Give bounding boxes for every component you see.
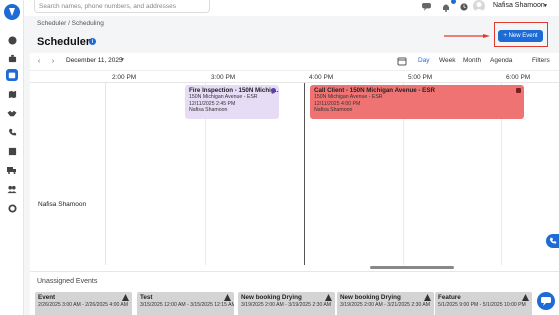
- unassigned-card[interactable]: Test 3/15/2025 12:00 AM - 3/15/2025 12:1…: [137, 292, 234, 315]
- horizontal-scrollbar[interactable]: [370, 266, 454, 269]
- resource-column: Nafisa Shamoon: [30, 83, 106, 265]
- chevron-down-icon[interactable]: ▼: [543, 3, 548, 9]
- new-event-button[interactable]: + New Event: [498, 30, 543, 42]
- chevron-down-icon[interactable]: ▼: [120, 57, 125, 63]
- filters-button[interactable]: Filters: [532, 57, 550, 64]
- unassigned-title: Unassigned Events: [37, 278, 98, 285]
- clock-icon[interactable]: [459, 2, 469, 12]
- sidebar: [0, 0, 24, 315]
- calendar-panel: ‹ › December 11, 2025 ▼ Day Week Month A…: [30, 53, 559, 271]
- user-name[interactable]: Nafisa Shamoon: [493, 2, 545, 9]
- time-label: 5:00 PM: [408, 74, 433, 81]
- status-dot-icon: [271, 88, 276, 93]
- card-title: New booking Drying: [340, 294, 401, 301]
- users-icon[interactable]: [6, 183, 18, 195]
- chat-fab-icon[interactable]: [537, 292, 555, 310]
- handshake-icon[interactable]: [6, 107, 18, 119]
- time-label: 4:00 PM: [309, 74, 334, 81]
- tab-day[interactable]: Day: [418, 57, 430, 64]
- prev-button[interactable]: ‹: [34, 56, 44, 66]
- unassigned-card[interactable]: New booking Drying 3/19/2025 2:00 AM - 3…: [337, 292, 434, 315]
- truck-icon[interactable]: [6, 164, 18, 176]
- event-title: Call Client - 150N Michigan Avenue - ESR: [314, 87, 435, 94]
- time-label: 3:00 PM: [211, 74, 236, 81]
- chat-icon[interactable]: [421, 2, 431, 12]
- warning-icon: [122, 294, 129, 301]
- warning-icon: [325, 294, 332, 301]
- next-button[interactable]: ›: [48, 56, 58, 66]
- unassigned-card[interactable]: Feature 5/1/2025 9:00 PM - 5/1/2025 10:0…: [435, 292, 532, 315]
- tab-week[interactable]: Week: [439, 57, 456, 64]
- annotation-arrow: [444, 34, 490, 38]
- calendar-toolbar: ‹ › December 11, 2025 ▼ Day Week Month A…: [30, 53, 559, 69]
- card-title: New booking Drying: [241, 294, 302, 301]
- event-call-client[interactable]: Call Client - 150N Michigan Avenue - ESR…: [310, 85, 524, 119]
- warning-icon: [424, 294, 431, 301]
- status-square-icon: [516, 88, 521, 93]
- warning-icon: [522, 294, 529, 301]
- avatar[interactable]: [473, 0, 485, 12]
- bell-icon[interactable]: [441, 2, 451, 12]
- warning-icon: [224, 294, 231, 301]
- event-person: Nafisa Shamoon: [189, 107, 228, 113]
- unassigned-card[interactable]: Event 2/26/2025 3:00 AM - 2/26/2025 4:00…: [35, 292, 132, 315]
- info-icon[interactable]: i: [89, 38, 96, 45]
- card-time: 2/26/2025 3:00 AM - 2/26/2025 4:00 AM: [38, 302, 129, 308]
- page-title: Scheduler: [37, 36, 91, 48]
- calendar-picker-icon[interactable]: [397, 56, 407, 66]
- card-time: 3/15/2025 12:00 AM - 3/15/2025 12:15 AM: [140, 302, 234, 308]
- search-input[interactable]: [39, 2, 209, 10]
- resource-name: Nafisa Shamoon: [38, 201, 87, 208]
- app-logo[interactable]: [4, 4, 20, 20]
- search-box[interactable]: [34, 0, 210, 13]
- map-icon[interactable]: [6, 88, 18, 100]
- inventory-icon[interactable]: [6, 145, 18, 157]
- breadcrumb: Scheduler / Scheduling: [37, 20, 104, 27]
- tab-agenda[interactable]: Agenda: [490, 57, 512, 64]
- current-time-line: [304, 83, 305, 265]
- date-picker[interactable]: December 11, 2025: [66, 57, 123, 64]
- event-fire-inspection[interactable]: Fire Inspection - 150N Michig… 150N Mich…: [185, 85, 279, 119]
- settings-icon[interactable]: [6, 202, 18, 214]
- card-time: 3/19/2025 2:00 AM - 3/19/2025 2:30 AM: [241, 302, 332, 308]
- tab-month[interactable]: Month: [463, 57, 481, 64]
- time-header: 2:00 PM 3:00 PM 4:00 PM 5:00 PM 6:00 PM: [30, 70, 559, 83]
- time-label: 6:00 PM: [506, 74, 531, 81]
- card-time: 5/1/2025 9:00 PM - 5/1/2025 10:00 PM: [438, 302, 526, 308]
- card-title: Feature: [438, 294, 461, 301]
- time-label: 2:00 PM: [112, 74, 137, 81]
- event-title: Fire Inspection - 150N Michig…: [189, 87, 279, 94]
- notification-badge: [451, 0, 456, 4]
- dashboard-icon[interactable]: [6, 34, 18, 46]
- event-person: Nafisa Shamoon: [314, 107, 353, 113]
- card-title: Test: [140, 294, 153, 301]
- card-title: Event: [38, 294, 56, 301]
- phone-fab-icon[interactable]: [546, 234, 559, 248]
- card-time: 3/19/2025 2:00 AM - 3/21/2025 2:30 AM: [340, 302, 431, 308]
- top-bar: Nafisa Shamoon ▼: [24, 0, 559, 16]
- unassigned-events: Unassigned Events Event 2/26/2025 3:00 A…: [30, 271, 559, 315]
- phone-icon[interactable]: [6, 126, 18, 138]
- calendar-icon[interactable]: [6, 69, 18, 81]
- jobs-icon[interactable]: [6, 52, 18, 64]
- unassigned-card[interactable]: New booking Drying 3/19/2025 2:00 AM - 3…: [238, 292, 335, 315]
